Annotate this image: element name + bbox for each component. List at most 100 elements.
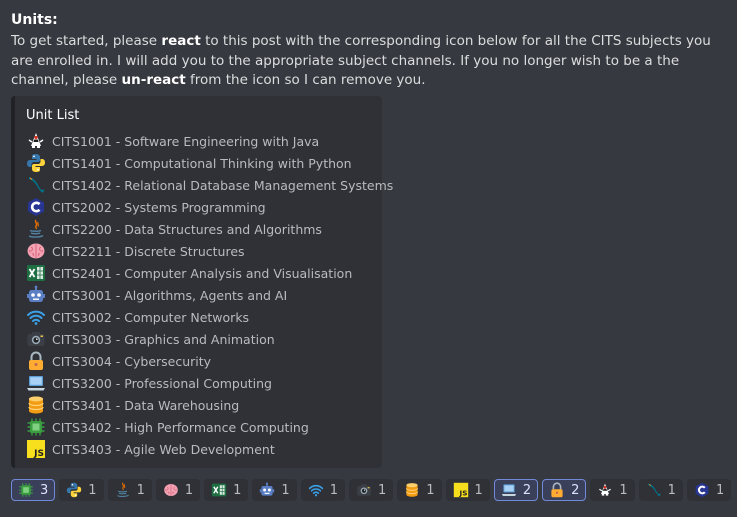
unit-label: CITS2401 - Computer Analysis and Visuali… — [52, 265, 353, 281]
reaction-chip[interactable]: 3 — [11, 479, 56, 501]
reaction-count: 1 — [474, 482, 483, 498]
reaction-count: 1 — [233, 482, 242, 498]
unit-label: CITS1001 - Software Engineering with Jav… — [52, 133, 320, 149]
laptop-icon — [26, 373, 46, 393]
java-duke-icon — [26, 131, 46, 151]
unit-label: CITS3004 - Cybersecurity — [52, 353, 212, 369]
database-icon — [404, 482, 420, 498]
database-icon — [26, 395, 46, 415]
svg-text:JS: JS — [33, 449, 44, 459]
excel-icon — [211, 482, 227, 498]
reaction-count: 1 — [377, 482, 387, 498]
reaction-count: 1 — [329, 482, 338, 498]
message: Units: To get started, please react to t… — [11, 10, 731, 91]
reactions-bar: 3 1 1 1 1 1 1 1 1 JS 1 2 2 1 1 1 — [11, 479, 732, 501]
unit-list-item: CITS2200 - Data Structures and Algorithm… — [26, 218, 393, 240]
unit-list-item: CITS3004 - Cybersecurity — [26, 350, 393, 372]
brain-icon — [26, 241, 46, 261]
reaction-count: 1 — [281, 482, 290, 498]
javascript-icon: JS — [453, 482, 469, 498]
unit-label: CITS3401 - Data Warehousing — [52, 397, 240, 413]
message-body: To get started, please react to this pos… — [11, 32, 733, 91]
embed-title: Unit List — [26, 108, 80, 123]
chip-icon — [26, 417, 46, 437]
reaction-c-language[interactable]: 1 — [686, 479, 732, 501]
reaction-wifi[interactable]: 1 — [300, 479, 345, 501]
python-icon — [66, 482, 82, 498]
reaction-lock[interactable]: 2 — [542, 479, 587, 501]
reaction-robot[interactable]: 1 — [252, 479, 297, 501]
c-language-icon — [26, 197, 46, 217]
wifi-icon — [26, 307, 46, 327]
chip-icon — [18, 482, 34, 498]
reaction-count: 1 — [136, 482, 145, 498]
unit-list-item: CITS3002 - Computer Networks — [26, 306, 393, 328]
reaction-laptop[interactable]: 2 — [493, 479, 539, 501]
reaction-count: 2 — [571, 482, 580, 498]
unreact-keyword: un-react — [121, 72, 186, 88]
reaction-java-duke[interactable]: 1 — [590, 479, 635, 501]
reaction-count: 1 — [667, 482, 676, 498]
java-duke-icon — [597, 482, 613, 498]
mysql-dolphin-icon — [26, 175, 46, 195]
message-heading: Units: — [11, 12, 58, 28]
unit-list-item: CITS3402 - High Performance Computing — [26, 416, 393, 438]
wifi-icon — [308, 482, 324, 498]
reaction-java-cup[interactable]: 1 — [107, 479, 152, 501]
reaction-python[interactable]: 1 — [59, 479, 104, 501]
unit-list-item: CITS1402 - Relational Database Managemen… — [26, 174, 393, 196]
java-cup-icon — [26, 219, 46, 239]
camera-icon — [356, 482, 372, 498]
reaction-database[interactable]: 1 — [397, 479, 442, 501]
reaction-count: 1 — [184, 482, 194, 498]
reaction-count: 3 — [40, 482, 49, 498]
excel-icon — [26, 263, 46, 283]
laptop-icon — [501, 482, 517, 498]
react-keyword: react — [161, 33, 201, 49]
reaction-count: 2 — [522, 482, 532, 498]
unit-list-item: CITS2211 - Discrete Structures — [26, 240, 393, 262]
javascript-icon: JS — [26, 439, 46, 459]
reaction-count: 1 — [619, 482, 628, 498]
unit-label: CITS3200 - Professional Computing — [52, 375, 272, 391]
reaction-mysql-dolphin[interactable]: 1 — [638, 479, 683, 501]
unit-label: CITS3003 - Graphics and Animation — [52, 331, 275, 347]
unit-list-item: CITS3401 - Data Warehousing — [26, 394, 393, 416]
unit-list: CITS1001 - Software Engineering with Jav… — [26, 130, 393, 460]
c-language-icon — [694, 482, 710, 498]
brain-icon — [163, 482, 179, 498]
unit-list-item: CITS3003 - Graphics and Animation — [26, 328, 393, 350]
intro-text-1: To get started, please — [11, 33, 162, 49]
reaction-brain[interactable]: 1 — [155, 479, 201, 501]
unit-list-item: CITS3001 - Algorithms, Agents and AI — [26, 284, 393, 306]
camera-icon — [26, 329, 46, 349]
unit-list-item: CITS1401 - Computational Thinking with P… — [26, 152, 393, 174]
reaction-count: 1 — [88, 482, 97, 498]
lock-icon — [26, 351, 46, 371]
unit-label: CITS2200 - Data Structures and Algorithm… — [52, 221, 322, 237]
svg-text:JS: JS — [458, 489, 467, 498]
intro-text-3: from the icon so I can remove you. — [185, 72, 426, 88]
unit-list-item: CITS3200 - Professional Computing — [26, 372, 393, 394]
unit-label: CITS1402 - Relational Database Managemen… — [52, 177, 394, 193]
java-cup-icon — [115, 482, 131, 498]
robot-icon — [259, 482, 275, 498]
mysql-dolphin-icon — [646, 482, 662, 498]
unit-list-item: CITS1001 - Software Engineering with Jav… — [26, 130, 393, 152]
unit-list-embed: Unit List CITS1001 - Software Engineerin… — [11, 96, 393, 468]
unit-list-item: CITS2002 - Systems Programming — [26, 196, 393, 218]
reaction-excel[interactable]: 1 — [204, 479, 249, 501]
unit-label: CITS3403 - Agile Web Development — [52, 441, 275, 457]
unit-label: CITS3402 - High Performance Computing — [52, 419, 309, 435]
python-icon — [26, 153, 46, 173]
unit-label: CITS1401 - Computational Thinking with P… — [52, 155, 352, 171]
lock-icon — [549, 482, 565, 498]
reaction-javascript[interactable]: JS 1 — [445, 479, 490, 501]
unit-label: CITS3001 - Algorithms, Agents and AI — [52, 287, 288, 303]
unit-list-item: CITS2401 - Computer Analysis and Visuali… — [26, 262, 393, 284]
robot-icon — [26, 285, 46, 305]
reaction-camera[interactable]: 1 — [348, 479, 394, 501]
unit-label: CITS2211 - Discrete Structures — [52, 243, 245, 259]
unit-label: CITS2002 - Systems Programming — [52, 199, 266, 215]
unit-label: CITS3002 - Computer Networks — [52, 309, 250, 325]
